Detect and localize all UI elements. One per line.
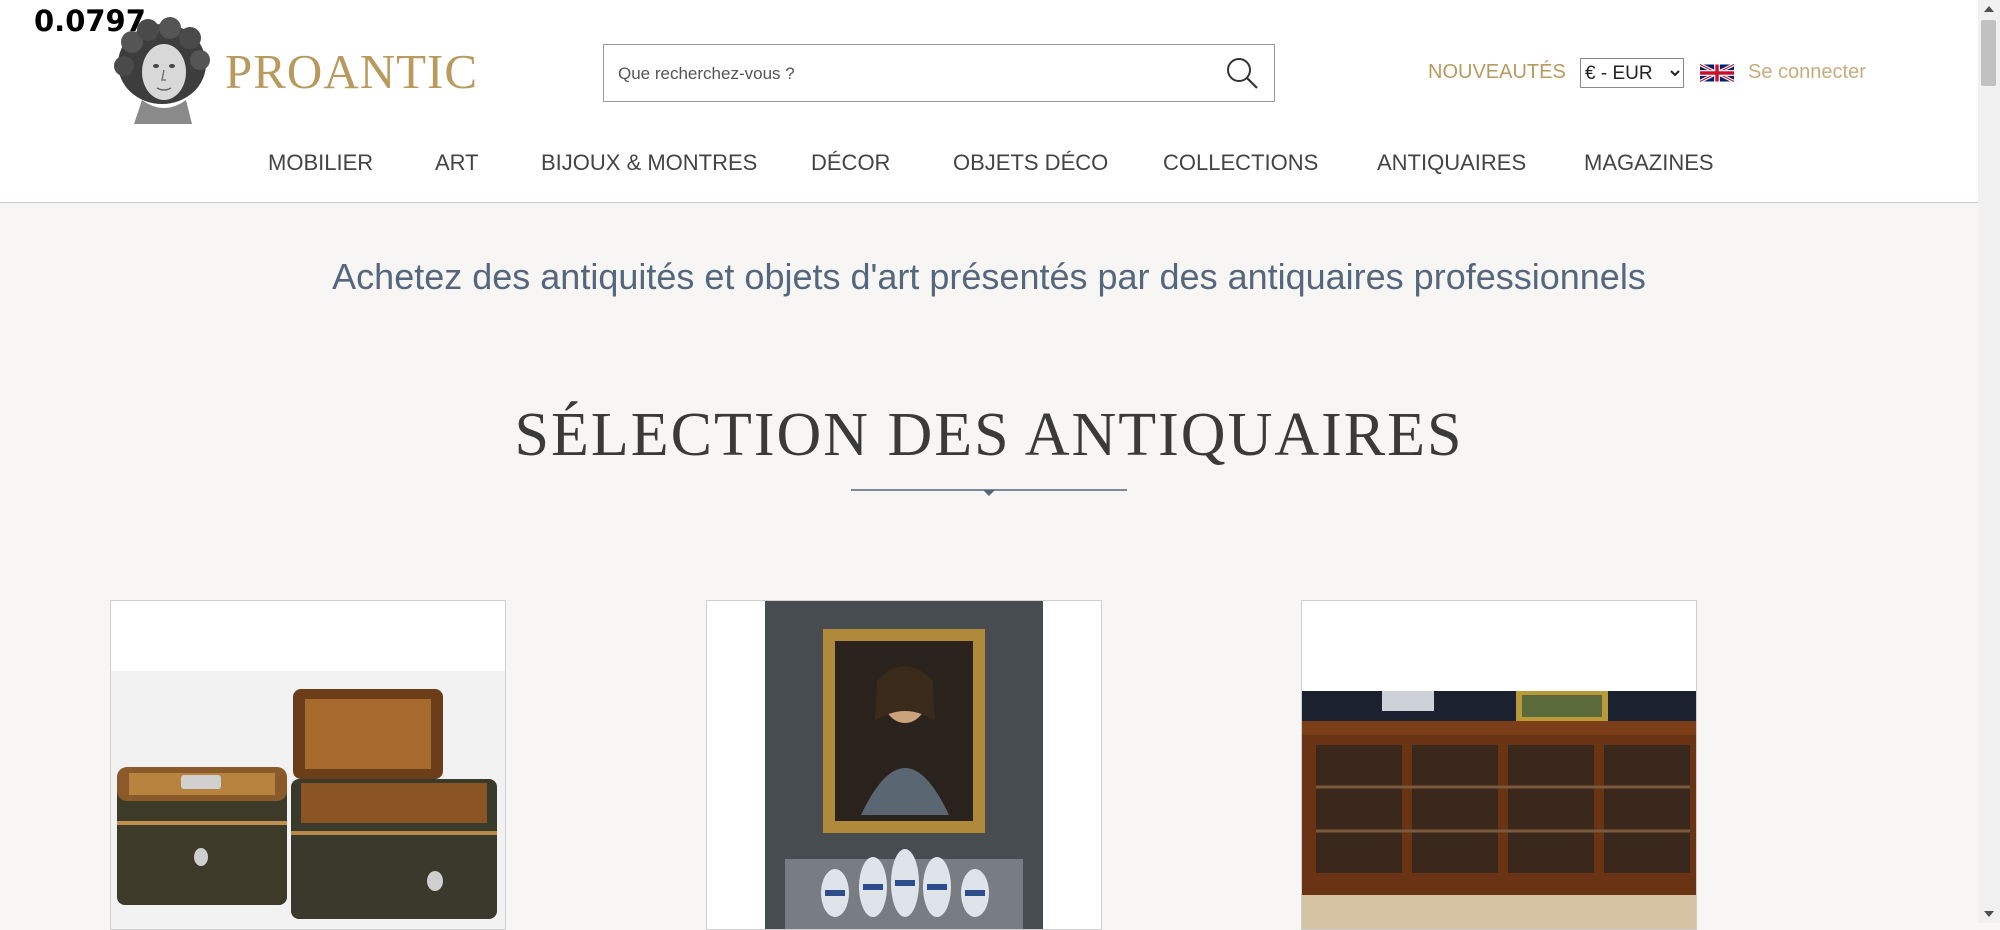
- nav-item-magazines[interactable]: MAGAZINES: [1584, 150, 1714, 176]
- product-card[interactable]: [1301, 600, 1697, 930]
- uk-flag-icon[interactable]: [1700, 61, 1734, 85]
- scroll-up-icon[interactable]: [1983, 4, 1995, 14]
- portrait-painting-image: [765, 601, 1043, 929]
- nav-item-decor[interactable]: DÉCOR: [811, 150, 890, 176]
- product-card[interactable]: [110, 600, 506, 930]
- nav-item-art[interactable]: ART: [435, 150, 479, 176]
- marquetry-boxes-image: [111, 671, 505, 929]
- main-navigation: MOBILIER ART BIJOUX & MONTRES DÉCOR OBJE…: [0, 150, 1978, 180]
- section-title: SÉLECTION DES ANTIQUAIRES: [514, 401, 1464, 469]
- search-icon[interactable]: [1224, 55, 1260, 91]
- product-card[interactable]: [706, 600, 1102, 930]
- new-arrivals-link[interactable]: NOUVEAUTÉS: [1428, 61, 1566, 84]
- nav-item-antiquaires[interactable]: ANTIQUAIRES: [1377, 150, 1526, 176]
- glazed-cabinet-image: [1302, 691, 1696, 929]
- title-divider: [851, 489, 1127, 496]
- search-input[interactable]: [616, 45, 1200, 103]
- search-bar: [603, 44, 1275, 103]
- currency-select[interactable]: € - EUR: [1580, 58, 1684, 88]
- nav-item-bijoux-montres[interactable]: BIJOUX & MONTRES: [541, 150, 757, 176]
- login-link[interactable]: Se connecter: [1748, 61, 1866, 84]
- nav-item-objets-deco[interactable]: OBJETS DÉCO: [953, 150, 1108, 176]
- vertical-scrollbar[interactable]: [1978, 0, 2000, 923]
- overlay-score: 0.0797: [34, 4, 146, 38]
- scrollbar-thumb[interactable]: [1981, 20, 1996, 86]
- nav-item-mobilier[interactable]: MOBILIER: [268, 150, 373, 176]
- brand-name[interactable]: PROANTIC: [225, 43, 478, 100]
- site-header: PROANTIC NOUVEAUTÉS € - EUR Se connecter…: [0, 0, 1978, 203]
- scroll-down-icon[interactable]: [1983, 909, 1995, 919]
- page-tagline: Achetez des antiquités et objets d'art p…: [332, 256, 1646, 297]
- nav-item-collections[interactable]: COLLECTIONS: [1163, 150, 1318, 176]
